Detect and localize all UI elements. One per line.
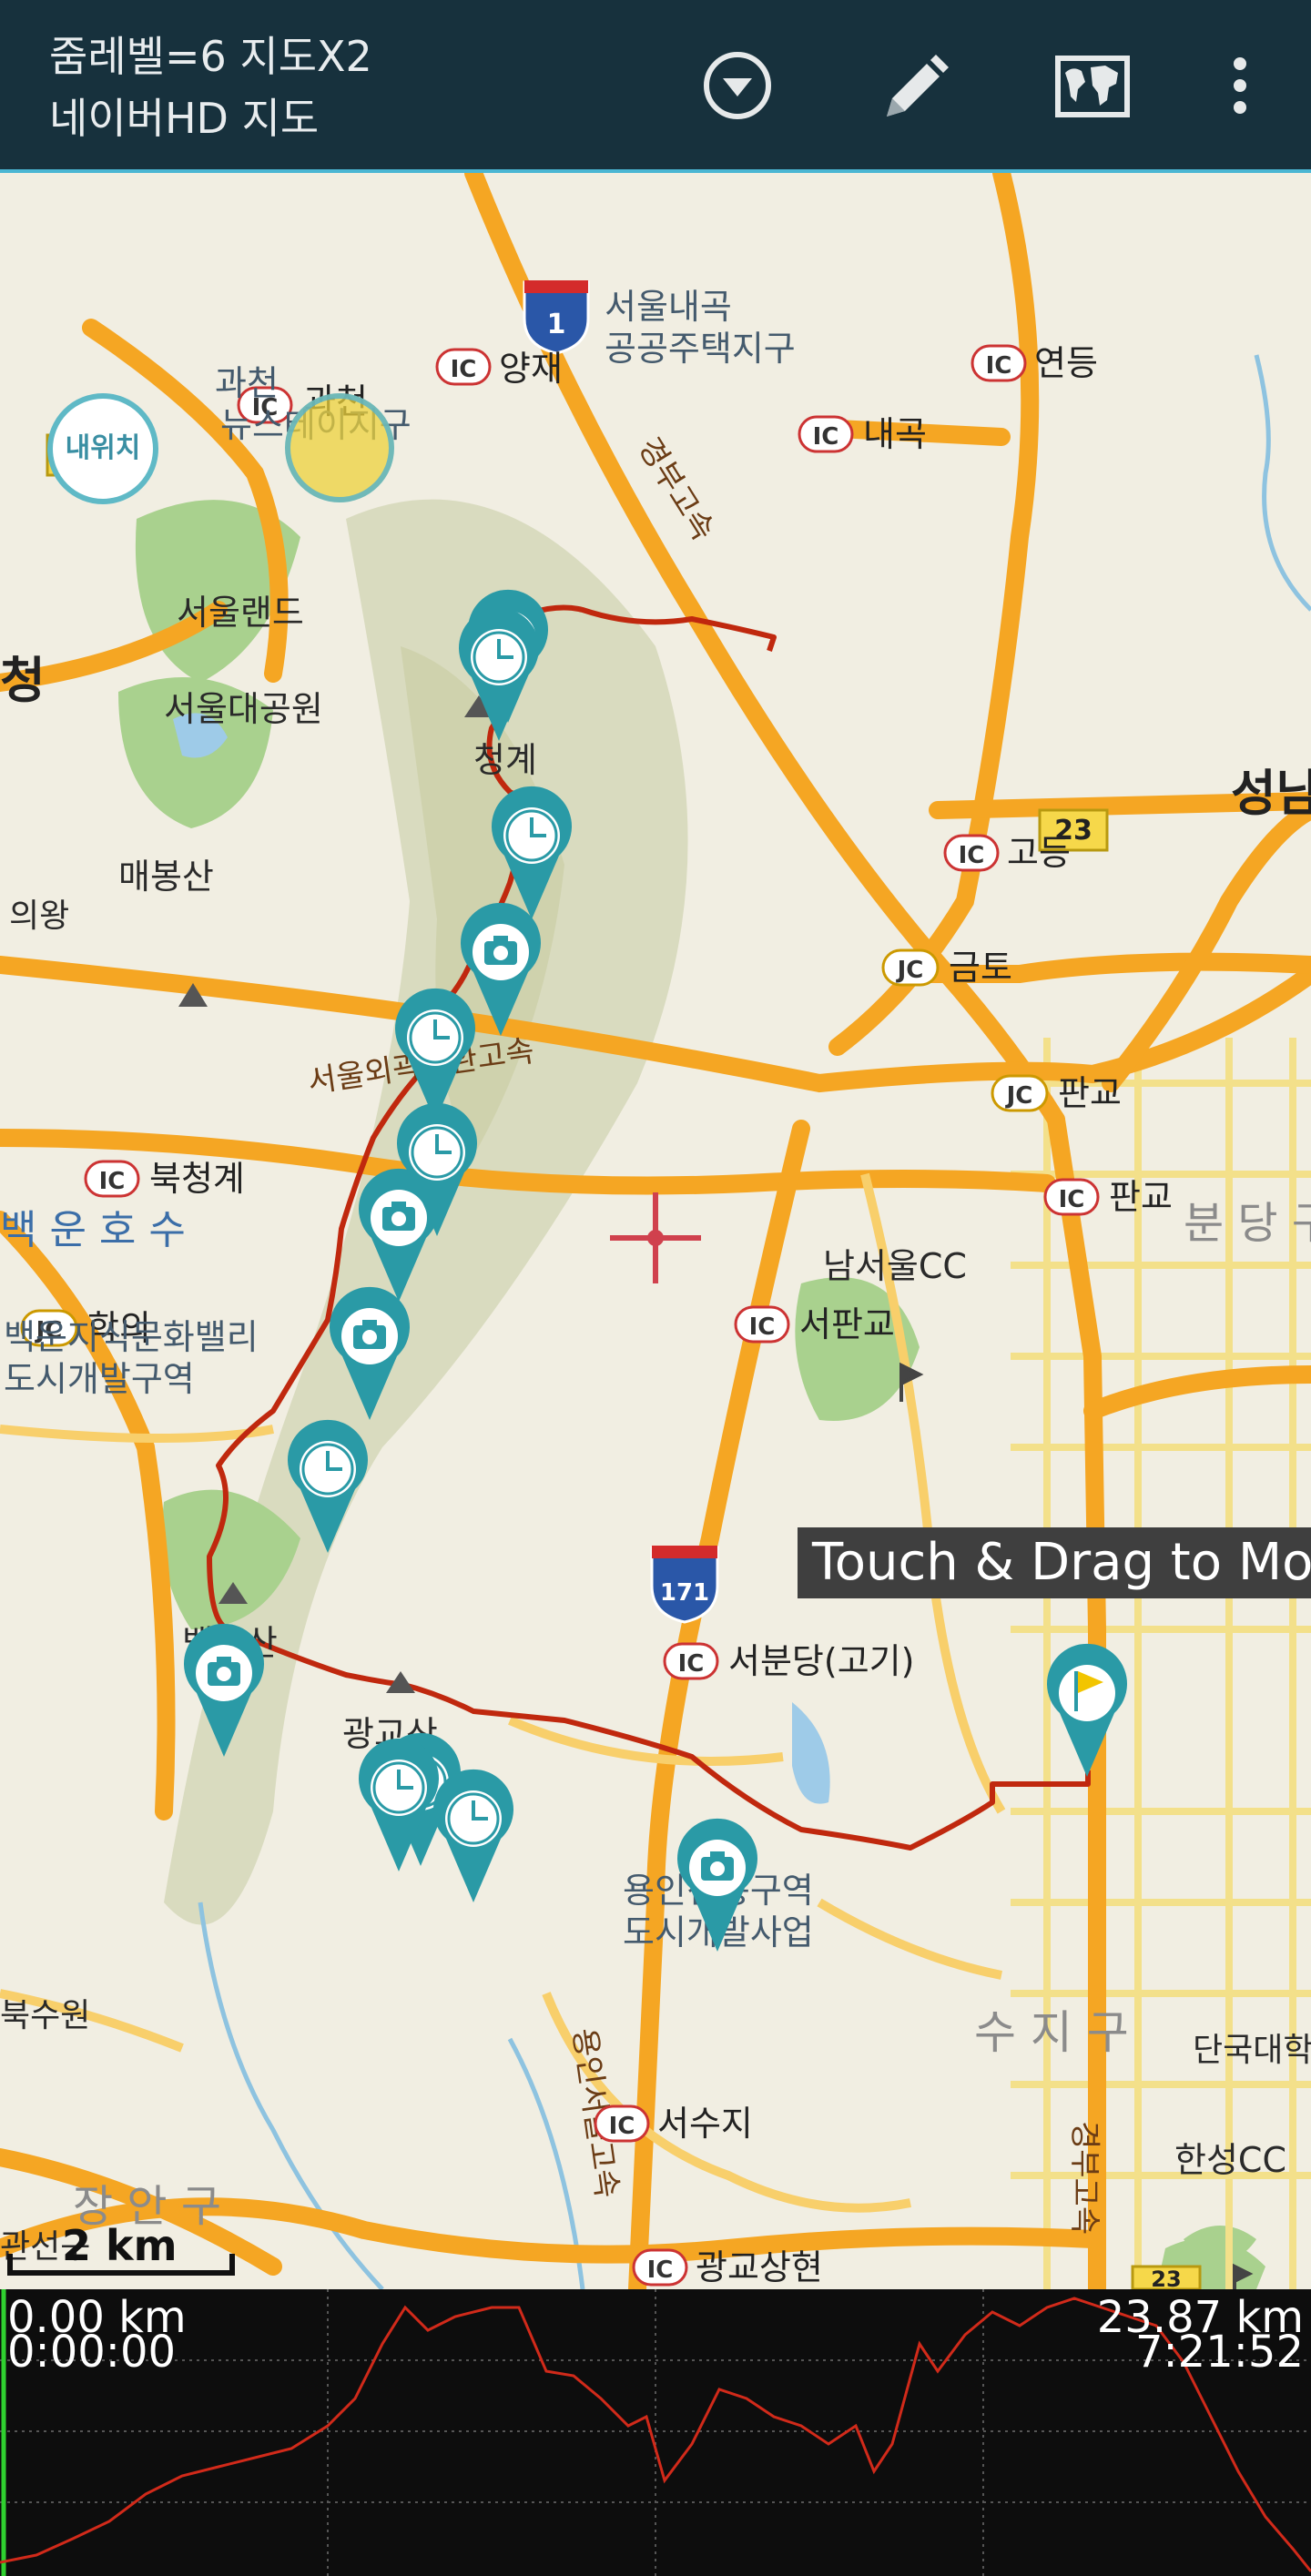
gps-position-icon — [285, 393, 394, 502]
place-label: 청계 — [473, 740, 537, 780]
ic-badge-godeung: IC 고등 — [943, 833, 1071, 873]
time-end-label: 7:21:52 — [1134, 2327, 1304, 2378]
ic-badge-gwanggyo-sanghyeon: IC 광교상현 — [632, 2247, 823, 2287]
ic-badge-pangyo: IC 판교 — [1043, 1177, 1173, 1217]
place-label: 서울대공원 — [164, 689, 323, 729]
place-label: 남서울CC — [823, 1246, 967, 1286]
scale-label: 2 km — [62, 2221, 178, 2270]
place-label: 서울내곡 — [605, 287, 732, 327]
city-label: 성남 — [1231, 765, 1311, 822]
svg-text:고등: 고등 — [1007, 833, 1071, 873]
more-vert-icon[interactable] — [1196, 42, 1284, 129]
svg-text:북청계: 북청계 — [149, 1159, 245, 1199]
place-label: 백 운 호 수 — [0, 1207, 186, 1253]
ic-badge-yeondeung: IC 연등 — [971, 343, 1098, 383]
svg-text:IC: IC — [959, 842, 985, 869]
waypoint-marker-clock[interactable] — [433, 1769, 513, 1902]
svg-text:1: 1 — [547, 309, 566, 340]
ic-badge-yangjae: IC 양재 — [435, 348, 563, 389]
place-label: 단국대학 — [1193, 2032, 1311, 2069]
map-canvas: 309 23 23 1 171 경부고속 경부고속 용인서울고속 서울외곽순환고… — [0, 173, 1311, 2289]
place-label: 과천 — [215, 363, 279, 403]
district-label: 수 지 구 — [974, 2006, 1129, 2059]
time-start-label: 0:00:00 — [7, 2327, 177, 2378]
ic-badge-seopangyo: IC 서판교 — [734, 1304, 895, 1344]
place-label: 공공주택지구 — [605, 329, 796, 369]
world-map-icon[interactable] — [1049, 42, 1136, 129]
ic-badge-naegok: IC 내곡 — [798, 414, 927, 454]
svg-text:23: 23 — [1151, 2267, 1181, 2289]
svg-text:IC: IC — [813, 423, 839, 451]
svg-text:내곡: 내곡 — [863, 414, 927, 454]
svg-text:IC: IC — [986, 352, 1012, 380]
route-1-shield: 1 — [523, 280, 590, 355]
svg-text:IC: IC — [749, 1313, 776, 1341]
place-label: 매봉산 — [118, 857, 214, 897]
place-label: 의왕 — [9, 898, 69, 935]
city-label: 청 — [0, 652, 46, 709]
svg-text:금토: 금토 — [949, 948, 1012, 988]
svg-text:IC: IC — [1059, 1186, 1085, 1213]
svg-text:IC: IC — [609, 2113, 635, 2140]
ic-badge-seosuji: IC 서수지 — [594, 2104, 753, 2144]
toolbar: 줌레벨=6 지도X2 네이버HD 지도 — [0, 0, 1311, 173]
my-location-button[interactable]: 내위치 — [47, 393, 158, 504]
svg-text:JC: JC — [1005, 1082, 1033, 1110]
svg-text:양재: 양재 — [499, 349, 563, 389]
svg-text:JC: JC — [896, 957, 924, 984]
svg-text:서판교: 서판교 — [799, 1304, 895, 1344]
ic-badge-seobundang: IC 서분당(고기) — [663, 1641, 914, 1681]
waypoint-marker-flag[interactable] — [1047, 1643, 1127, 1777]
svg-text:IC: IC — [99, 1168, 126, 1195]
ic-badge-bukcheonggye: IC 북청계 — [84, 1159, 245, 1199]
svg-text:연등: 연등 — [1034, 343, 1098, 383]
place-label: 서울랜드 — [177, 593, 304, 633]
drag-hint-tooltip: Touch & Drag to Mo — [798, 1527, 1311, 1598]
svg-text:서수지: 서수지 — [657, 2104, 753, 2144]
elevation-profile[interactable]: 0.00 km 0:00:00 23.87 km 7:21:52 — [0, 2289, 1311, 2576]
svg-text:서분당(고기): 서분당(고기) — [728, 1641, 914, 1681]
svg-text:판교: 판교 — [1058, 1073, 1122, 1113]
place-label: 도시개발구역 — [4, 1359, 195, 1399]
svg-text:171: 171 — [660, 1579, 709, 1607]
svg-text:IC: IC — [451, 356, 477, 383]
place-label: 한성CC — [1174, 2140, 1286, 2180]
map-source-label: 네이버HD 지도 — [49, 94, 320, 143]
svg-text:IC: IC — [647, 2257, 674, 2284]
dropdown-circle-icon[interactable] — [694, 42, 781, 129]
map-scale-bar: 2 km — [7, 2221, 235, 2276]
svg-text:판교: 판교 — [1109, 1177, 1173, 1217]
map-view[interactable]: 309 23 23 1 171 경부고속 경부고속 용인서울고속 서울외곽순환고… — [0, 173, 1311, 2289]
crosshair-icon — [610, 1192, 701, 1283]
svg-text:광교상현: 광교상현 — [696, 2247, 823, 2287]
route-23b-shield: 23 — [1131, 2265, 1202, 2289]
district-label: 분 당 구 — [1184, 1198, 1311, 1249]
place-label: 백운지식문화밸리 — [4, 1317, 259, 1357]
road-label-gyeongbu-south: 경부고속 — [1066, 2121, 1103, 2235]
pencil-icon[interactable] — [870, 42, 958, 129]
svg-text:IC: IC — [678, 1650, 705, 1678]
route-171-shield: 171 — [650, 1546, 719, 1624]
zoom-level-label: 줌레벨=6 지도X2 — [49, 32, 372, 81]
map-title: 줌레벨=6 지도X2 네이버HD 지도 — [49, 25, 372, 149]
place-label: 북수원 — [0, 1997, 90, 2034]
